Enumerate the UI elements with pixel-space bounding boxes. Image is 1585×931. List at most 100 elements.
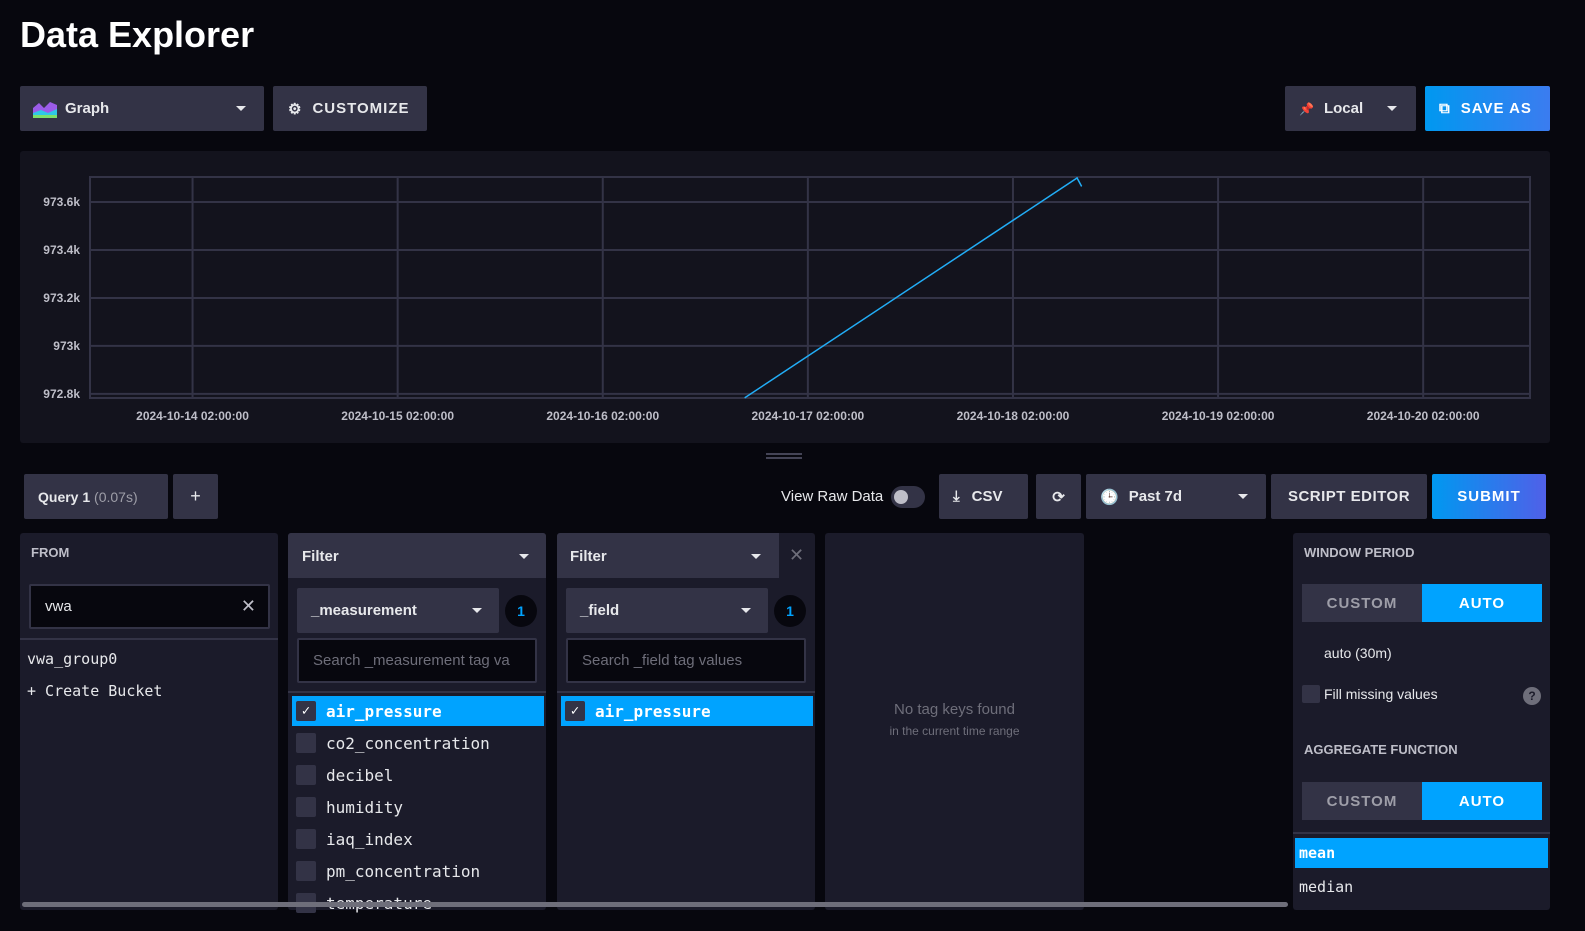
pin-icon: 📌 <box>1299 101 1314 116</box>
x-tick-label: 2024-10-20 02:00:00 <box>1367 409 1480 423</box>
tag-value-item[interactable]: co2_concentration <box>292 728 544 758</box>
create-bucket-link[interactable]: + Create Bucket <box>27 682 162 700</box>
y-tick-label: 973.2k <box>43 291 80 305</box>
divider <box>557 691 815 693</box>
y-tick-label: 973k <box>53 339 80 353</box>
clear-icon[interactable]: ✕ <box>241 596 256 617</box>
bucket-item[interactable]: vwa_group0 <box>27 650 117 668</box>
chevron-down-icon <box>741 608 751 613</box>
line-chart: 973.6k 973.4k 973.2k 973k 972.8k 2024-10-14 0… <box>43 176 1531 423</box>
checkbox-checked-icon[interactable]: ✓ <box>296 701 316 721</box>
tag-value-label: pm_concentration <box>326 861 481 881</box>
window-period-toggle: CUSTOM AUTO <box>1302 584 1542 622</box>
page-title: Data Explorer <box>20 14 255 55</box>
filter-function-dropdown[interactable]: Filter <box>288 533 546 578</box>
divider <box>1293 832 1550 834</box>
aggregate-custom-button[interactable]: CUSTOM <box>1302 782 1422 820</box>
tag-value-item[interactable]: iaq_index <box>292 824 544 854</box>
view-raw-data-toggle[interactable] <box>891 486 925 508</box>
bucket-search-input[interactable]: vwa ✕ <box>29 584 270 629</box>
horizontal-scrollbar[interactable] <box>22 902 1288 907</box>
chevron-down-icon <box>751 554 761 559</box>
data-point <box>744 396 746 399</box>
tag-value-label: air_pressure <box>595 701 711 721</box>
tag-value-search-input[interactable]: Search _measurement tag va <box>297 638 537 683</box>
checkbox[interactable] <box>296 829 316 849</box>
chevron-down-icon <box>1387 106 1397 111</box>
from-panel: FROM vwa ✕ vwa_group0 + Create Bucket <box>20 533 278 910</box>
view-raw-data-label: View Raw Data <box>781 488 884 505</box>
data-point <box>1080 185 1083 187</box>
selected-count-badge: 1 <box>774 595 806 627</box>
tab-query-1[interactable]: Query 1 (0.07s) <box>24 474 168 519</box>
divider <box>288 691 546 693</box>
submit-button[interactable]: SUBMIT <box>1432 474 1546 519</box>
graph-panel: 973.6k 973.4k 973.2k 973k 972.8k 2024-10-14 0… <box>20 151 1550 443</box>
download-icon: ⤓ <box>953 488 960 505</box>
clock-icon: 🕒 <box>1100 488 1119 506</box>
y-tick-label: 972.8k <box>43 387 80 401</box>
tag-value-label: decibel <box>326 765 394 785</box>
tag-key-dropdown[interactable]: _field <box>566 588 768 633</box>
tag-value-item[interactable]: pm_concentration <box>292 856 544 886</box>
x-tick-label: 2024-10-14 02:00:00 <box>136 409 249 423</box>
refresh-button[interactable]: ⟳ <box>1036 474 1081 519</box>
customize-button[interactable]: ⚙ CUSTOMIZE <box>273 86 427 131</box>
window-period-label: WINDOW PERIOD <box>1304 545 1415 560</box>
selected-count-badge: 1 <box>505 595 537 627</box>
tag-value-item[interactable]: decibel <box>292 760 544 790</box>
tag-value-item[interactable]: ✓ air_pressure <box>561 696 813 726</box>
function-item-mean[interactable]: mean <box>1295 838 1548 868</box>
checkbox[interactable] <box>296 733 316 753</box>
tag-value-search-input[interactable]: Search _field tag values <box>566 638 806 683</box>
resize-handle[interactable] <box>766 453 802 459</box>
timezone-dropdown[interactable]: 📌 Local <box>1285 86 1416 131</box>
chevron-down-icon <box>236 106 246 111</box>
checkbox[interactable] <box>296 797 316 817</box>
empty-subtitle: in the current time range <box>889 724 1020 738</box>
tag-value-label: co2_concentration <box>326 733 490 753</box>
checkbox[interactable] <box>296 765 316 785</box>
checkbox[interactable] <box>296 861 316 881</box>
series-line-air_pressure <box>744 176 1082 399</box>
aggregate-function-label: AGGREGATE FUNCTION <box>1304 742 1458 757</box>
window-custom-button[interactable]: CUSTOM <box>1302 584 1422 622</box>
function-item-median[interactable]: median <box>1299 878 1353 896</box>
add-query-button[interactable]: + <box>173 474 218 519</box>
csv-download-button[interactable]: ⤓ CSV <box>939 474 1028 519</box>
tag-value-label: air_pressure <box>326 701 442 721</box>
y-tick-label: 973.6k <box>43 195 80 209</box>
aggregate-toggle: CUSTOM AUTO <box>1302 782 1542 820</box>
save-as-button[interactable]: ⧉ SAVE AS <box>1425 86 1550 131</box>
window-period-value: auto (30m) <box>1324 645 1392 661</box>
script-editor-button[interactable]: SCRIPT EDITOR <box>1271 474 1427 519</box>
external-link-icon: ⧉ <box>1439 100 1451 117</box>
x-tick-label: 2024-10-15 02:00:00 <box>341 409 454 423</box>
aggregate-auto-button[interactable]: AUTO <box>1422 782 1542 820</box>
x-tick-label: 2024-10-18 02:00:00 <box>957 409 1070 423</box>
x-tick-label: 2024-10-17 02:00:00 <box>751 409 864 423</box>
tag-value-item[interactable]: ✓ air_pressure <box>292 696 544 726</box>
fill-missing-label: Fill missing values <box>1324 686 1438 702</box>
divider <box>20 638 278 640</box>
refresh-icon: ⟳ <box>1052 488 1065 506</box>
window-auto-button[interactable]: AUTO <box>1422 584 1542 622</box>
filter-panel-measurement: Filter _measurement 1 Search _measuremen… <box>288 533 546 913</box>
x-tick-label: 2024-10-19 02:00:00 <box>1162 409 1275 423</box>
empty-filter-panel: No tag keys found in the current time ra… <box>825 533 1084 910</box>
viz-type-label: Graph <box>65 100 110 117</box>
time-range-dropdown[interactable]: 🕒 Past 7d <box>1086 474 1266 519</box>
aggregate-panel: WINDOW PERIOD CUSTOM AUTO auto (30m) Fil… <box>1293 533 1550 910</box>
viz-type-dropdown[interactable]: Graph <box>20 86 264 131</box>
filter-function-dropdown[interactable]: Filter <box>557 533 779 578</box>
chevron-down-icon <box>472 608 482 613</box>
fill-missing-checkbox[interactable] <box>1302 685 1320 703</box>
remove-filter-icon[interactable]: ✕ <box>789 545 804 566</box>
chevron-down-icon <box>1238 494 1248 499</box>
tag-key-dropdown[interactable]: _measurement <box>297 588 499 633</box>
graph-icon <box>33 101 57 118</box>
checkbox-checked-icon[interactable]: ✓ <box>565 701 585 721</box>
help-icon[interactable]: ? <box>1523 687 1541 705</box>
tag-value-item[interactable]: humidity <box>292 792 544 822</box>
chevron-down-icon <box>519 554 529 559</box>
